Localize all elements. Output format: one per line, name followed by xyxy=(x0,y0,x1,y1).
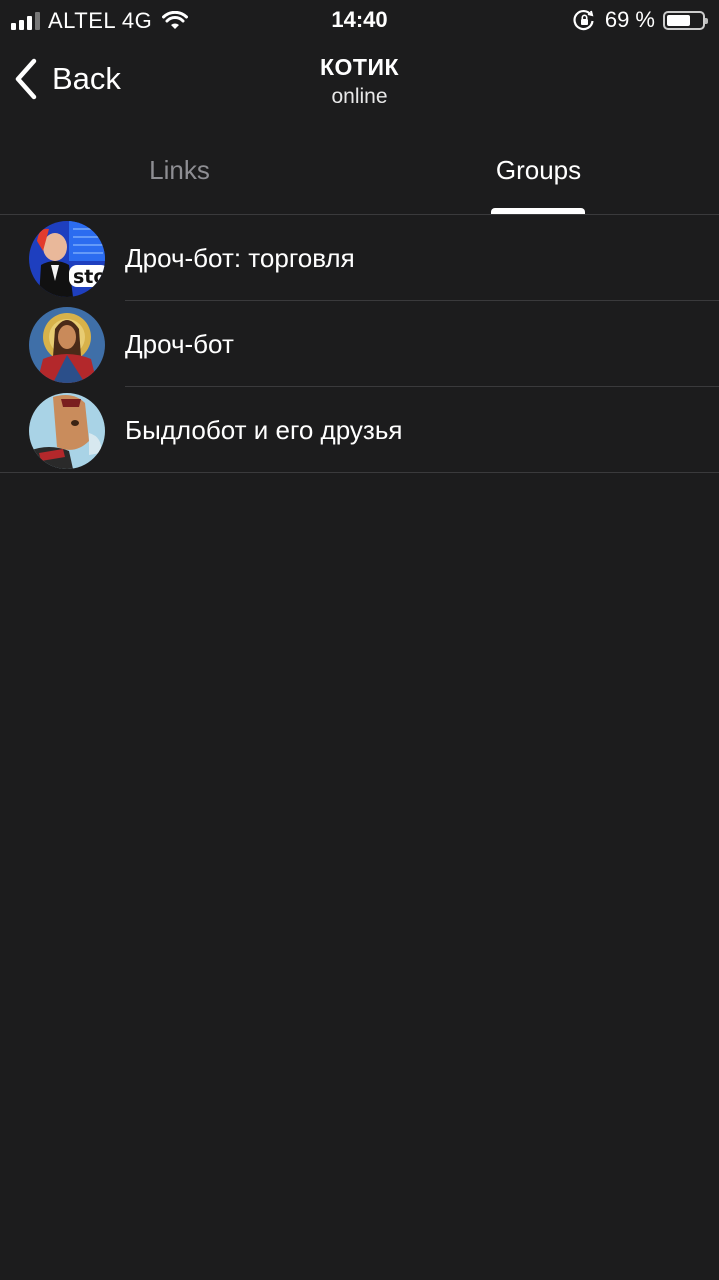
row-divider xyxy=(0,472,719,473)
group-name: Быдлобот и его друзья xyxy=(125,415,403,445)
rotation-lock-icon xyxy=(573,9,594,31)
avatar-text: sto xyxy=(73,266,105,288)
battery-icon xyxy=(663,10,708,30)
battery-percent: 69 % xyxy=(604,7,655,32)
icon-avatar-icon xyxy=(29,307,105,383)
list-item[interactable]: Быдлобот и его друзья xyxy=(0,387,719,473)
battery-fill xyxy=(667,14,691,26)
title-block: КОТИК online xyxy=(0,54,719,109)
tab-bar: Links Groups xyxy=(0,130,719,214)
page-title: КОТИК xyxy=(319,54,400,80)
cartoon-avatar-icon xyxy=(29,393,105,469)
status-bar: ALTEL 4G 14:40 69 % xyxy=(0,0,719,40)
tab-groups[interactable]: Groups xyxy=(359,130,718,214)
group-name: Дроч-бот xyxy=(125,329,234,359)
nav-header: Back КОТИК online xyxy=(0,44,719,124)
group-name: Дроч-бот: торговля xyxy=(125,243,355,273)
status-subtitle: online xyxy=(331,85,388,108)
list-item[interactable]: sto Дроч-бот: торговля xyxy=(0,215,719,301)
tab-links[interactable]: Links xyxy=(0,130,359,214)
stocks-avatar-icon: sto xyxy=(29,221,105,297)
status-right: 69 % xyxy=(573,7,708,33)
list-item[interactable]: Дроч-бот xyxy=(0,301,719,387)
groups-list: sto Дроч-бот: торговля Дроч-бот Быдлобот… xyxy=(0,215,719,473)
